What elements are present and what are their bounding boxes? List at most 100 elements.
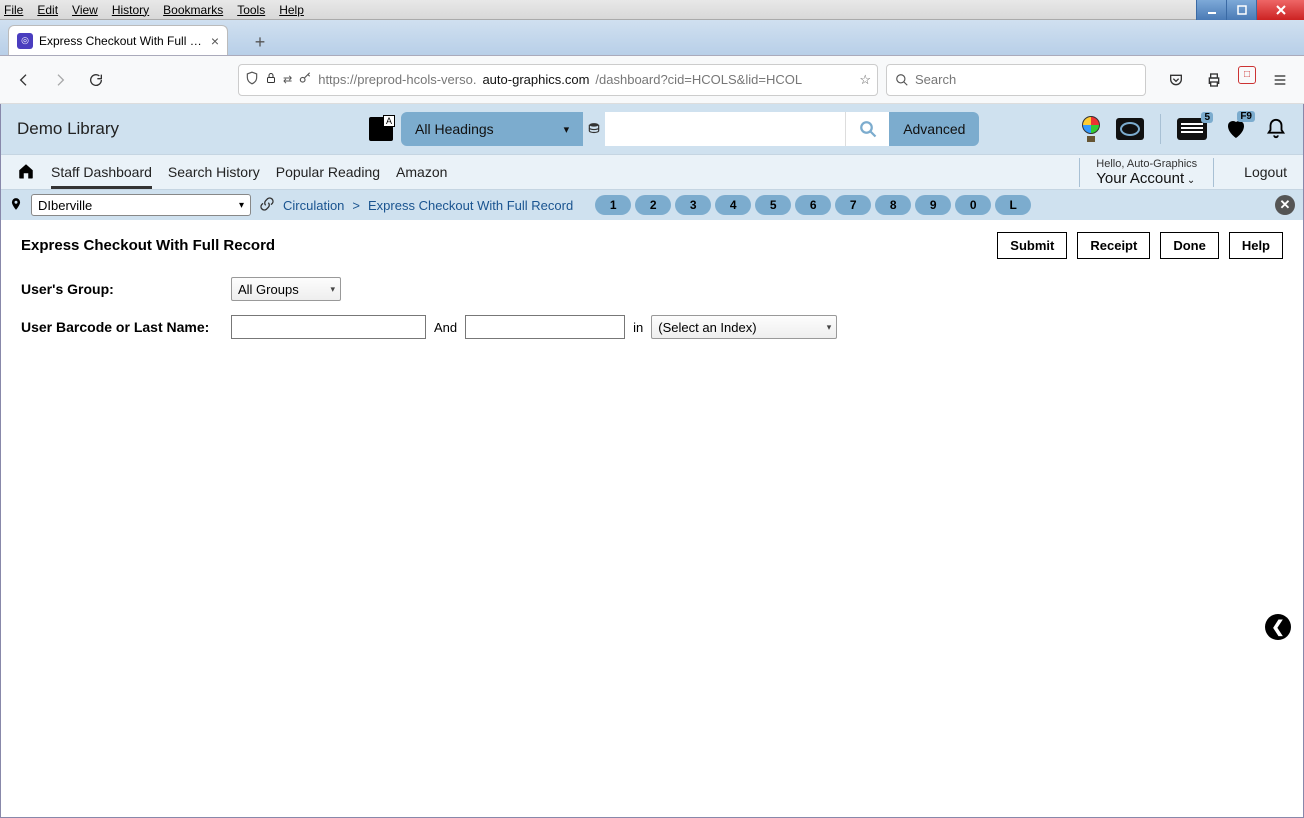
breadcrumb-1[interactable]: Circulation [283,198,344,213]
catalog-search: All Headings ▾ Advanced [401,112,979,146]
search-scope-label: All Headings [415,121,494,137]
location-row: DIberville ▾ Circulation > Express Check… [1,190,1303,220]
new-tab-button[interactable]: + [246,29,274,55]
pill-4[interactable]: 4 [715,195,751,215]
menu-edit[interactable]: Edit [37,3,58,17]
menu-file[interactable]: File [4,3,23,17]
menu-tools[interactable]: Tools [237,3,265,17]
tab-close-icon[interactable]: × [211,33,219,49]
menu-help[interactable]: Help [279,3,304,17]
help-button[interactable]: Help [1229,232,1283,259]
location-select[interactable]: DIberville ▾ [31,194,251,216]
advanced-search-link[interactable]: Advanced [889,112,979,146]
pill-l[interactable]: L [995,195,1031,215]
checkout-form: User's Group: All Groups ▾ User Barcode … [1,271,1303,359]
barcode-input[interactable] [231,315,426,339]
key-icon [298,71,312,88]
chevron-down-icon: ▾ [239,200,244,211]
pocket-icon[interactable] [1162,66,1190,94]
permissions-icon: ⇄ [283,73,292,86]
back-button[interactable] [10,66,38,94]
pill-6[interactable]: 6 [795,195,831,215]
extension-icon[interactable]: □ [1238,66,1256,84]
pill-1[interactable]: 1 [595,195,631,215]
chevron-down-icon: ▾ [330,284,335,295]
tab-title: Express Checkout With Full Rec [39,34,205,48]
pill-3[interactable]: 3 [675,195,711,215]
catalog-search-button[interactable] [845,112,889,146]
nav-staff-dashboard[interactable]: Staff Dashboard [51,164,152,189]
group-label: User's Group: [21,281,231,297]
search-scope-dropdown[interactable]: All Headings ▾ [401,112,583,146]
submit-button[interactable]: Submit [997,232,1067,259]
location-value: DIberville [38,198,92,213]
pill-7[interactable]: 7 [835,195,871,215]
language-icon[interactable] [369,117,393,141]
menu-view[interactable]: View [72,3,98,17]
barcode-label: User Barcode or Last Name: [21,319,231,335]
bookmark-star-icon[interactable]: ☆ [859,72,871,88]
nav-search-history[interactable]: Search History [168,164,260,180]
favorites-icon[interactable]: F9 [1223,117,1249,141]
browser-toolbar: ⇄ https://preprod-hcols-verso.auto-graph… [0,56,1304,104]
pill-0[interactable]: 0 [955,195,991,215]
browser-search[interactable]: Search [886,64,1146,96]
home-icon[interactable] [17,162,35,183]
nav-amazon[interactable]: Amazon [396,164,447,180]
receipt-button[interactable]: Receipt [1077,232,1150,259]
forward-button[interactable] [46,66,74,94]
card-icon-wrap[interactable]: 5 [1177,118,1207,140]
card-badge: 5 [1201,112,1213,123]
logout-link[interactable]: Logout [1230,164,1287,180]
nav-popular-reading[interactable]: Popular Reading [276,164,380,180]
chevron-down-icon: ▾ [564,123,570,136]
pill-2[interactable]: 2 [635,195,671,215]
pill-9[interactable]: 9 [915,195,951,215]
close-panel-icon[interactable]: ✕ [1275,195,1295,215]
hamburger-menu-icon[interactable] [1266,66,1294,94]
in-text: in [633,320,643,335]
reload-button[interactable] [82,66,110,94]
app-header: Demo Library All Headings ▾ Advanced 5 F… [1,104,1303,154]
scan-icon[interactable] [1116,118,1144,140]
library-name: Demo Library [17,119,119,139]
search-placeholder: Search [915,72,956,87]
done-button[interactable]: Done [1160,232,1219,259]
account-block[interactable]: Hello, Auto-Graphics Your Account ⌄ [1079,158,1214,187]
page-content: Demo Library All Headings ▾ Advanced 5 F… [0,104,1304,818]
url-text-host: auto-graphics.com [482,72,589,87]
database-icon[interactable] [583,112,605,146]
url-bar[interactable]: ⇄ https://preprod-hcols-verso.auto-graph… [238,64,878,96]
minimize-button[interactable] [1196,0,1226,20]
browser-tab[interactable]: ◎ Express Checkout With Full Rec × [8,25,228,55]
index-select[interactable]: (Select an Index) ▾ [651,315,837,339]
pill-5[interactable]: 5 [755,195,791,215]
menu-bookmarks[interactable]: Bookmarks [163,3,223,17]
close-window-button[interactable] [1256,0,1304,20]
group-value: All Groups [238,282,299,297]
shield-icon [245,71,259,88]
expand-panel-button[interactable]: ❮ [1265,614,1291,640]
main-nav: Staff Dashboard Search History Popular R… [1,154,1303,190]
print-icon[interactable] [1200,66,1228,94]
secondary-input[interactable] [465,315,625,339]
breadcrumb-2: Express Checkout With Full Record [368,198,573,213]
maximize-button[interactable] [1226,0,1256,20]
url-text-post: /dashboard?cid=HCOLS&lid=HCOL [595,72,802,87]
tab-favicon: ◎ [17,33,33,49]
favorites-badge: F9 [1237,111,1255,122]
bell-icon[interactable] [1265,117,1287,141]
window-controls [1196,0,1304,20]
browser-menubar: File Edit View History Bookmarks Tools H… [0,0,1304,20]
hello-text: Hello, Auto-Graphics [1096,158,1197,170]
number-pills: 1 2 3 4 5 6 7 8 9 0 L [595,195,1031,215]
toolbar-right: □ [1162,66,1294,94]
menu-history[interactable]: History [112,3,149,17]
catalog-search-input[interactable] [605,112,845,146]
pill-8[interactable]: 8 [875,195,911,215]
location-pin-icon [9,197,23,214]
chevron-down-icon: ▾ [827,322,832,333]
link-icon [259,196,275,215]
group-select[interactable]: All Groups ▾ [231,277,341,301]
balloon-icon[interactable] [1082,116,1100,142]
